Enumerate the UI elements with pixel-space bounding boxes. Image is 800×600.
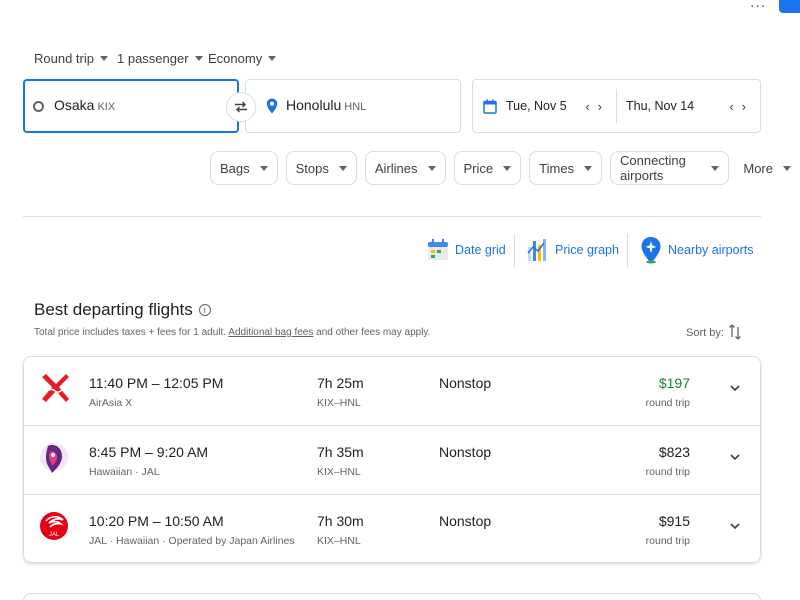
caret-down-icon	[338, 165, 347, 171]
caret-down-icon	[427, 165, 436, 171]
flight-price: $197	[658, 375, 690, 391]
nearby-airports-icon	[641, 237, 661, 264]
flight-duration: 7h 30m	[317, 513, 364, 529]
caret-down-icon	[584, 165, 593, 171]
chevron-down-icon[interactable]	[728, 381, 742, 395]
flight-price: $915	[658, 513, 690, 529]
price-graph-button[interactable]: Price graph	[527, 232, 619, 268]
destination-code: HNL	[344, 101, 367, 113]
origin-city: Osaka	[54, 97, 95, 113]
passenger-label: 1 passenger	[117, 50, 189, 66]
airasia-logo	[38, 371, 70, 407]
price-graph-icon	[527, 239, 546, 261]
nearby-airports-button[interactable]: Nearby airports	[640, 232, 753, 268]
flight-row[interactable]: JAL 10:20 PM – 10:50 AM JAL · Hawaiian ·…	[24, 494, 760, 562]
caret-down-icon	[503, 165, 512, 171]
flight-times: 8:45 PM – 9:20 AM	[89, 444, 209, 460]
chevron-down-icon[interactable]	[728, 519, 742, 533]
filter-times[interactable]: Times	[529, 151, 603, 185]
caret-down-icon	[783, 165, 791, 171]
origin-ring-icon	[33, 100, 44, 112]
flight-times: 11:40 PM – 12:05 PM	[89, 375, 224, 391]
return-date-field[interactable]: Thu, Nov 14 ‹ ›	[617, 80, 760, 132]
chevron-down-icon[interactable]	[728, 450, 742, 464]
flight-duration: 7h 35m	[317, 444, 364, 460]
flight-duration: 7h 25m	[317, 375, 364, 391]
flight-row[interactable]: 8:45 PM – 9:20 AM Hawaiian · JAL 7h 35m …	[24, 425, 760, 493]
more-options-icon[interactable]: ...	[750, 0, 766, 12]
filter-stops[interactable]: Stops	[285, 151, 357, 185]
flight-route: KIX–HNL	[317, 397, 361, 409]
filter-airlines[interactable]: Airlines	[364, 151, 446, 185]
flight-airline: Hawaiian · JAL	[89, 466, 160, 478]
caret-down-icon	[99, 55, 108, 61]
flight-price-note: round trip	[645, 466, 690, 478]
passenger-select[interactable]: 1 passenger	[117, 49, 203, 67]
cabin-select[interactable]: Economy	[208, 49, 277, 67]
price-graph-label: Price graph	[555, 243, 619, 257]
flight-stops: Nonstop	[439, 513, 492, 529]
origin-input[interactable]: Osaka KIX	[23, 79, 239, 133]
flight-airline: AirAsia X	[89, 397, 133, 409]
tools-divider	[627, 234, 628, 268]
jal-logo-text: JAL	[49, 532, 60, 538]
caret-down-icon	[268, 55, 277, 61]
filter-more[interactable]: More	[743, 151, 800, 185]
flight-times: 10:20 PM – 10:50 AM	[89, 513, 224, 529]
chevron-right-icon[interactable]: ›	[598, 99, 602, 114]
results-title: Best departing flights i	[34, 300, 211, 320]
origin-code: KIX	[97, 101, 116, 113]
tools-divider	[514, 234, 515, 268]
flight-stops: Nonstop	[439, 375, 492, 391]
flight-row[interactable]: 11:40 PM – 12:05 PM AirAsia X 7h 25m KIX…	[24, 357, 760, 425]
caret-down-icon	[259, 165, 268, 171]
cabin-label: Economy	[208, 50, 263, 66]
info-icon[interactable]: i	[198, 304, 211, 316]
calendar-icon	[483, 99, 497, 114]
caret-down-icon	[711, 165, 720, 171]
flight-route: KIX–HNL	[317, 466, 361, 478]
results-subtitle: Total price includes taxes + fees for 1 …	[34, 327, 431, 338]
destination-city: Honolulu	[286, 97, 342, 113]
flight-stops: Nonstop	[439, 444, 492, 460]
chevron-left-icon[interactable]: ‹	[729, 99, 733, 114]
hawaiian-logo	[38, 440, 70, 476]
filter-bags[interactable]: Bags	[210, 151, 278, 185]
next-results-card	[23, 593, 761, 600]
swap-button[interactable]	[226, 92, 256, 122]
trip-type-select[interactable]: Round trip	[34, 49, 108, 67]
date-grid-icon	[428, 239, 448, 260]
flight-airline: JAL · Hawaiian · Operated by Japan Airli…	[89, 535, 295, 547]
flight-list: 11:40 PM – 12:05 PM AirAsia X 7h 25m KIX…	[23, 356, 761, 563]
account-button[interactable]	[779, 0, 800, 13]
caret-down-icon	[194, 55, 203, 61]
date-grid-button[interactable]: Date grid	[427, 232, 506, 268]
date-grid-label: Date grid	[455, 243, 506, 257]
divider	[23, 216, 761, 217]
flight-price: $823	[658, 444, 690, 460]
swap-icon	[235, 101, 247, 113]
return-date: Thu, Nov 14	[626, 99, 695, 113]
chevron-left-icon[interactable]: ‹	[585, 99, 589, 114]
location-pin-icon	[266, 98, 278, 114]
depart-date-field[interactable]: Tue, Nov 5 ‹ ›	[473, 80, 616, 132]
sort-icon[interactable]	[729, 323, 741, 344]
flight-price-note: round trip	[645, 535, 690, 547]
flight-route: KIX–HNL	[317, 535, 361, 547]
chevron-right-icon[interactable]: ›	[742, 99, 746, 114]
flight-price-note: round trip	[645, 397, 690, 409]
jal-logo: JAL	[38, 509, 70, 545]
date-picker[interactable]: Tue, Nov 5 ‹ › Thu, Nov 14 ‹ ›	[472, 79, 761, 133]
additional-bag-fees-link[interactable]: Additional bag fees	[228, 327, 313, 338]
nearby-airports-label: Nearby airports	[668, 243, 754, 257]
filter-connecting-airports[interactable]: Connecting airports	[610, 151, 730, 185]
filter-price[interactable]: Price	[453, 151, 522, 185]
filter-bar: Bags Stops Airlines Price Times Connecti…	[210, 151, 800, 185]
depart-date: Tue, Nov 5	[506, 99, 567, 113]
destination-input[interactable]: Honolulu HNL	[245, 79, 461, 133]
sort-by-label: Sort by:	[686, 327, 724, 339]
trip-type-label: Round trip	[34, 50, 94, 66]
